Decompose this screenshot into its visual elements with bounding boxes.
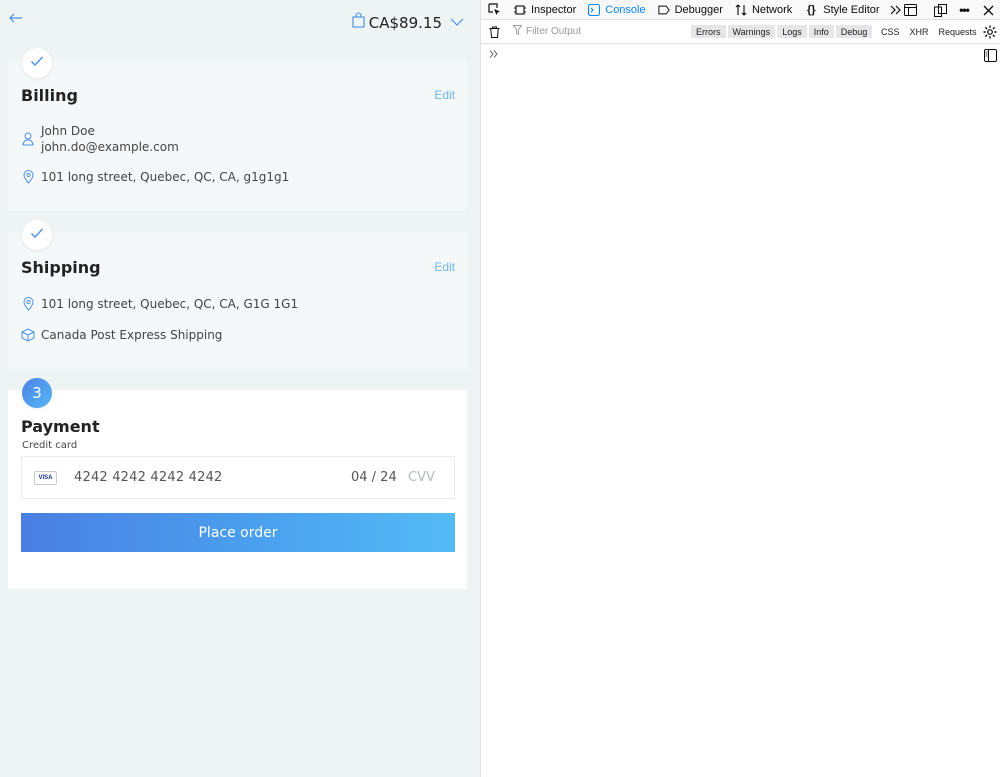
checkout-panel: CA$89.15 Billing Edit John Doe john.do@e… bbox=[0, 0, 480, 777]
frame-selector-icon[interactable] bbox=[902, 2, 918, 18]
cart-total: CA$89.15 bbox=[368, 13, 442, 32]
filter-xhr-button[interactable]: XHR bbox=[910, 25, 929, 38]
card-expiry-input[interactable]: 04 / 24 bbox=[351, 470, 397, 485]
back-arrow-icon[interactable] bbox=[8, 10, 26, 30]
payment-step-badge: 3 bbox=[22, 378, 52, 408]
tab-debugger[interactable]: Debugger bbox=[652, 0, 729, 20]
sidebar-toggle-icon[interactable] bbox=[984, 49, 997, 62]
billing-address: 101 long street, Quebec, QC, CA, g1g1g1 bbox=[41, 170, 290, 184]
shipping-address: 101 long street, Quebec, QC, CA, G1G 1G1 bbox=[41, 297, 299, 311]
filter-funnel-icon bbox=[512, 25, 523, 38]
gear-icon[interactable] bbox=[982, 24, 998, 40]
devtools-window-controls: ••• bbox=[902, 0, 996, 20]
tab-inspector[interactable]: Inspector bbox=[508, 0, 582, 20]
tab-network[interactable]: Network bbox=[729, 0, 798, 20]
request-filters: CSS XHR Requests bbox=[881, 25, 977, 38]
element-picker-icon[interactable] bbox=[486, 2, 502, 18]
billing-section: Billing Edit John Doe john.do@example.co… bbox=[8, 48, 467, 211]
filter-placeholder: Filter Output bbox=[526, 26, 582, 37]
console-icon bbox=[588, 3, 601, 16]
dock-toggle-icon[interactable] bbox=[932, 2, 948, 18]
card-cvv-input[interactable]: CVV bbox=[408, 470, 435, 485]
billing-contact: John Doe john.do@example.com bbox=[21, 123, 179, 155]
payment-title: Payment bbox=[21, 417, 100, 436]
filter-output-input[interactable]: Filter Output bbox=[512, 25, 683, 38]
shipping-section: Shipping Edit 101 long street, Quebec, Q… bbox=[8, 220, 467, 370]
style-editor-icon: {} bbox=[807, 3, 816, 16]
visa-card-icon: VISA bbox=[34, 470, 57, 485]
tab-debugger-label: Debugger bbox=[674, 3, 723, 16]
devtools-panel: Inspector Console Debugger Network {} St… bbox=[480, 0, 1000, 777]
inspector-icon bbox=[514, 4, 526, 16]
filter-debug-button[interactable]: Debug bbox=[835, 25, 873, 38]
tab-console[interactable]: Console bbox=[582, 0, 651, 20]
card-number-input[interactable]: 4242 4242 4242 4242 bbox=[74, 470, 223, 485]
console-filter-bar: Filter Output Errors Warnings Logs Info … bbox=[481, 20, 1000, 44]
filter-errors-button[interactable]: Errors bbox=[691, 25, 726, 38]
chevron-down-icon bbox=[450, 14, 464, 32]
network-icon bbox=[735, 3, 747, 16]
devtools-toolbar: Inspector Console Debugger Network {} St… bbox=[481, 0, 1000, 20]
place-order-button[interactable]: Place order bbox=[21, 513, 455, 552]
check-icon bbox=[30, 54, 44, 72]
filter-logs-button[interactable]: Logs bbox=[777, 25, 807, 38]
tab-console-label: Console bbox=[605, 3, 646, 16]
cart-summary-toggle[interactable]: CA$89.15 bbox=[352, 12, 464, 33]
billing-title: Billing bbox=[21, 86, 78, 105]
check-icon bbox=[30, 226, 44, 244]
billing-email: john.do@example.com bbox=[41, 140, 179, 154]
filter-css-button[interactable]: CSS bbox=[881, 25, 900, 38]
shipping-step-badge bbox=[22, 220, 52, 250]
shipping-address-row: 101 long street, Quebec, QC, CA, G1G 1G1 bbox=[21, 296, 298, 312]
filter-info-button[interactable]: Info bbox=[808, 25, 834, 38]
shipping-title: Shipping bbox=[21, 258, 101, 277]
billing-step-badge bbox=[22, 48, 52, 78]
payment-section: 3 Payment Credit card VISA 4242 4242 424… bbox=[8, 378, 467, 589]
shopping-bag-icon bbox=[352, 12, 365, 33]
tab-inspector-label: Inspector bbox=[531, 3, 577, 16]
console-prompt-icon bbox=[489, 48, 499, 62]
billing-edit-link[interactable]: Edit bbox=[434, 88, 455, 102]
credit-card-label: Credit card bbox=[22, 440, 78, 451]
shipping-edit-link[interactable]: Edit bbox=[434, 260, 455, 274]
credit-card-field[interactable]: VISA 4242 4242 4242 4242 04 / 24 CVV bbox=[21, 456, 455, 499]
tab-style-editor-label: Style Editor bbox=[823, 3, 880, 16]
package-icon bbox=[21, 327, 35, 343]
filter-requests-button[interactable]: Requests bbox=[939, 25, 977, 38]
close-icon[interactable] bbox=[980, 2, 996, 18]
tab-style-editor[interactable]: {} Style Editor bbox=[798, 0, 885, 20]
trash-icon[interactable] bbox=[487, 25, 501, 39]
tab-network-label: Network bbox=[751, 3, 793, 16]
console-input[interactable] bbox=[489, 48, 969, 64]
user-icon bbox=[21, 131, 35, 147]
filter-warnings-button[interactable]: Warnings bbox=[727, 25, 776, 38]
location-pin-icon bbox=[21, 296, 35, 312]
shipping-method-row: Canada Post Express Shipping bbox=[21, 327, 222, 343]
debugger-icon bbox=[657, 4, 670, 16]
location-pin-icon bbox=[21, 169, 35, 185]
billing-address-row: 101 long street, Quebec, QC, CA, g1g1g1 bbox=[21, 169, 289, 185]
more-options-icon[interactable]: ••• bbox=[956, 2, 972, 18]
shipping-method: Canada Post Express Shipping bbox=[41, 328, 223, 342]
billing-name: John Doe bbox=[41, 124, 95, 138]
log-level-filters: Errors Warnings Logs Info Debug bbox=[691, 25, 873, 38]
